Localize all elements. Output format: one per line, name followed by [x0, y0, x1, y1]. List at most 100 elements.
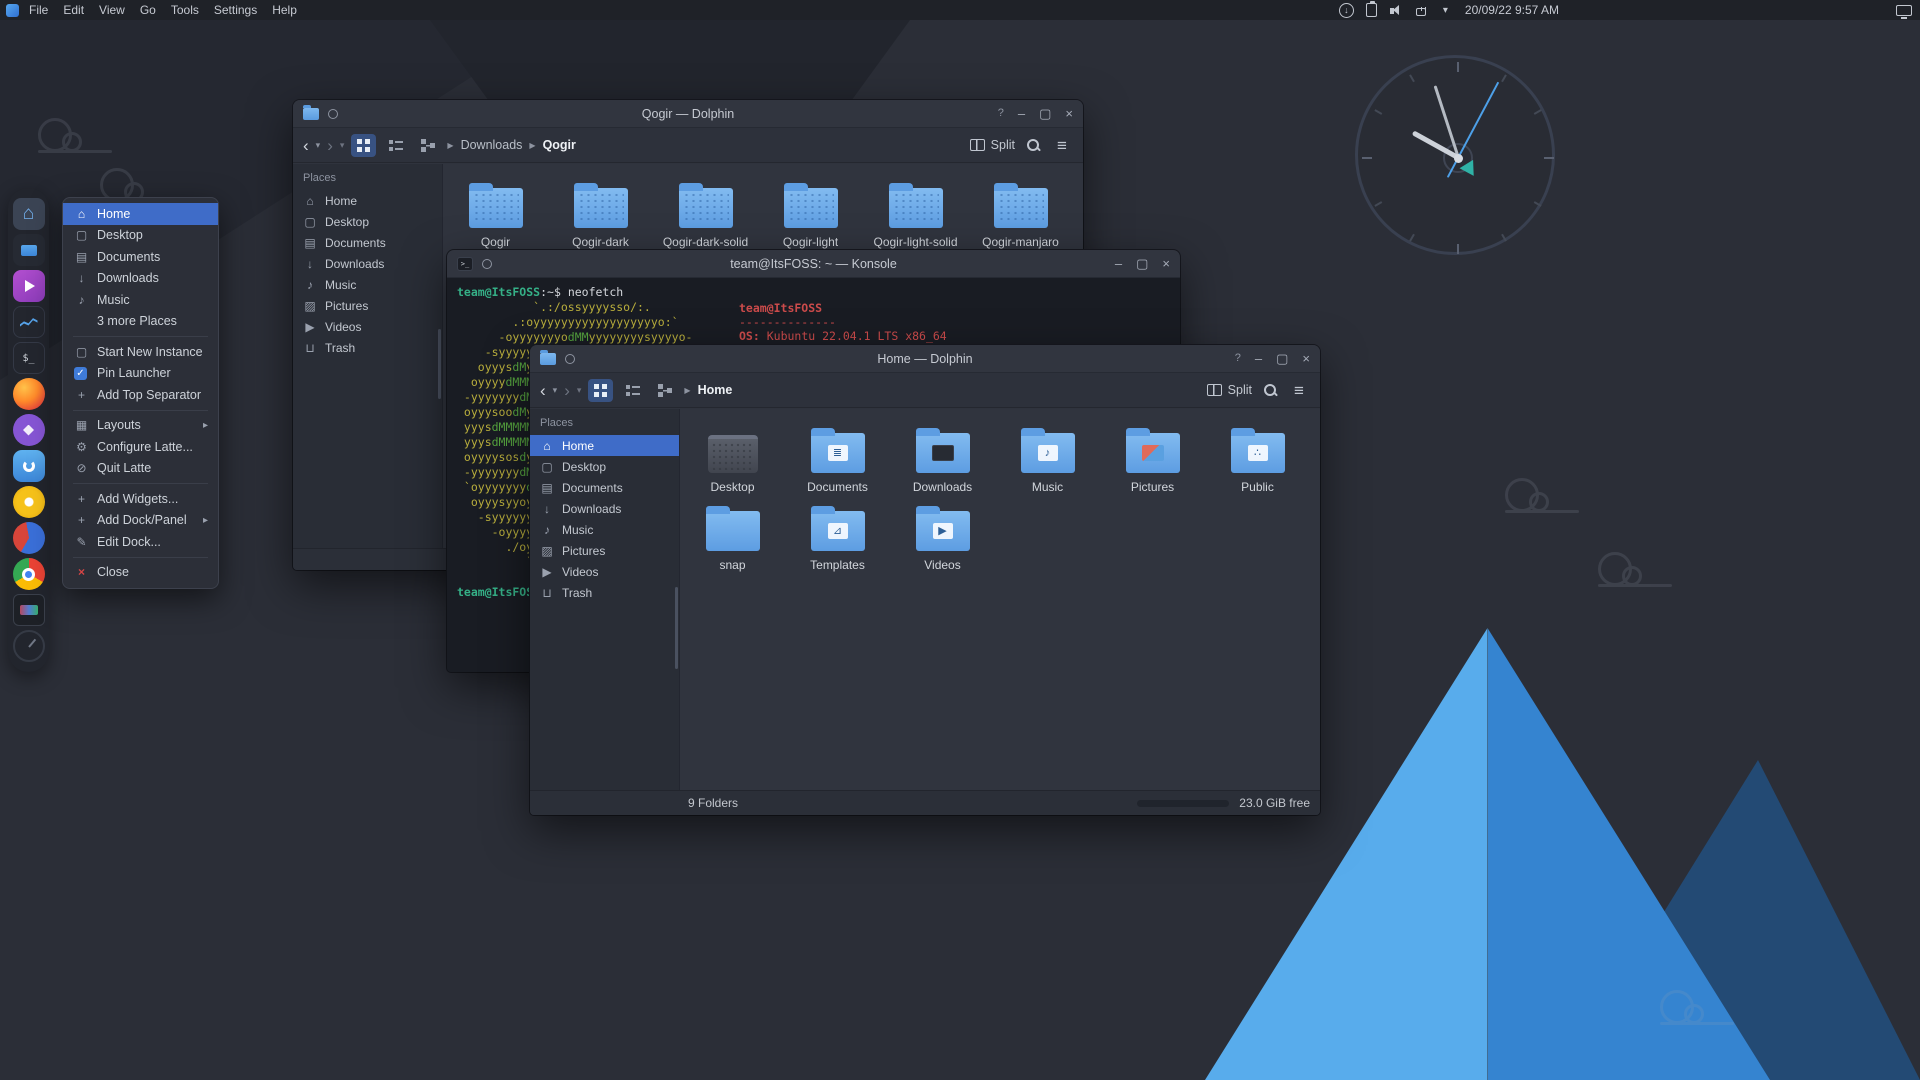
display-icon[interactable] — [1896, 4, 1912, 19]
places-item-music[interactable]: ♪ Music — [530, 519, 679, 540]
details-view-button[interactable] — [652, 379, 677, 402]
context-item-more-places[interactable]: 3 more Places — [63, 311, 218, 333]
minimize-button[interactable]: – — [1018, 107, 1025, 120]
places-item-videos[interactable]: ▶ Videos — [293, 316, 442, 337]
menubar-clock[interactable]: 20/09/22 9:57 AM — [1465, 3, 1559, 17]
context-item-home[interactable]: ⌂ Home — [63, 203, 218, 225]
back-history-caret[interactable]: ▾ — [316, 140, 321, 151]
dock-item-media-player[interactable] — [12, 270, 45, 302]
forward-history-caret[interactable]: ▾ — [340, 140, 345, 151]
minimize-button[interactable]: – — [1115, 257, 1122, 270]
context-item-layouts[interactable]: ▦ Layouts ▸ — [63, 415, 218, 437]
places-item-desktop[interactable]: ▢ Desktop — [293, 211, 442, 232]
details-view-button[interactable] — [415, 134, 440, 157]
tray-expand-icon[interactable]: ▾ — [1438, 3, 1453, 18]
back-button[interactable]: ‹ — [303, 137, 309, 154]
split-button[interactable]: Split — [1206, 383, 1252, 397]
folder-snap[interactable]: snap — [680, 501, 785, 579]
menu-help[interactable]: Help — [272, 3, 297, 17]
places-scrollbar[interactable] — [438, 329, 441, 399]
context-item-add-dock-panel[interactable]: + Add Dock/Panel ▸ — [63, 510, 218, 532]
pin-window-icon[interactable] — [565, 353, 575, 364]
context-item-add-top-separator[interactable]: + Add Top Separator — [63, 384, 218, 406]
folder-public[interactable]: ∴ Public — [1205, 423, 1310, 501]
maximize-button[interactable]: ▢ — [1276, 352, 1288, 365]
dock-item-terminal[interactable]: $_ — [12, 342, 45, 374]
menu-go[interactable]: Go — [140, 3, 156, 17]
close-button[interactable]: × — [1162, 257, 1170, 270]
dock-item-plasma-app[interactable] — [12, 414, 45, 446]
dock-item-firefox[interactable] — [12, 378, 45, 410]
folder-downloads[interactable]: Downloads — [890, 423, 995, 501]
dock-item-chrome[interactable] — [12, 558, 45, 590]
folder-qogir[interactable]: Qogir — [443, 178, 548, 256]
folder-music[interactable]: ♪ Music — [995, 423, 1100, 501]
compact-view-button[interactable] — [383, 134, 408, 157]
titlebar[interactable]: >_ team@ItsFOSS: ~ — Konsole – ▢ × — [447, 250, 1180, 278]
back-button[interactable]: ‹ — [540, 382, 546, 399]
context-item-quit-latte[interactable]: ⊘ Quit Latte — [63, 458, 218, 480]
dock-item-kvantum[interactable] — [12, 450, 45, 482]
context-item-documents[interactable]: ▤ Documents — [63, 246, 218, 268]
places-item-desktop[interactable]: ▢ Desktop — [530, 456, 679, 477]
close-button[interactable]: × — [1065, 107, 1073, 120]
context-item-music[interactable]: ♪ Music — [63, 289, 218, 311]
forward-history-caret[interactable]: ▾ — [577, 385, 582, 396]
context-item-pin-launcher[interactable]: ✓ Pin Launcher — [63, 363, 218, 385]
folder-templates[interactable]: ⊿ Templates — [785, 501, 890, 579]
context-item-downloads[interactable]: ↓ Downloads — [63, 268, 218, 290]
folder-desktop[interactable]: Desktop — [680, 423, 785, 501]
icons-view-button[interactable] — [351, 133, 377, 157]
menu-tools[interactable]: Tools — [171, 3, 199, 17]
context-item-new-instance[interactable]: ▢ Start New Instance — [63, 341, 218, 363]
context-item-close[interactable]: × Close — [63, 562, 218, 584]
context-item-configure-latte[interactable]: ⚙ Configure Latte... — [63, 436, 218, 458]
context-item-edit-dock[interactable]: ✎ Edit Dock... — [63, 531, 218, 553]
breadcrumb-home[interactable]: Home — [698, 383, 733, 397]
places-item-downloads[interactable]: ↓ Downloads — [293, 253, 442, 274]
menu-settings[interactable]: Settings — [214, 3, 257, 17]
folder-qogir-dark[interactable]: Qogir-dark — [548, 178, 653, 256]
folder-qogir-manjaro[interactable]: Qogir-manjaro — [968, 178, 1073, 256]
dock-item-screen-recorder[interactable] — [12, 594, 45, 626]
maximize-button[interactable]: ▢ — [1136, 257, 1148, 270]
network-icon[interactable] — [1415, 7, 1426, 16]
places-item-home[interactable]: ⌂ Home — [530, 435, 679, 456]
places-item-documents[interactable]: ▤ Documents — [530, 477, 679, 498]
volume-icon[interactable] — [1389, 3, 1404, 18]
places-item-trash[interactable]: ⊔ Trash — [530, 582, 679, 603]
dock-item-system-monitor[interactable] — [12, 306, 45, 338]
icons-view-button[interactable] — [588, 378, 614, 402]
hamburger-menu-icon[interactable]: ≡ — [1051, 137, 1073, 154]
folder-qogir-light[interactable]: Qogir-light — [758, 178, 863, 256]
back-history-caret[interactable]: ▾ — [553, 385, 558, 396]
places-scrollbar[interactable] — [675, 587, 678, 669]
folder-documents[interactable]: ≣ Documents — [785, 423, 890, 501]
hamburger-menu-icon[interactable]: ≡ — [1288, 382, 1310, 399]
titlebar[interactable]: Home — Dolphin ? – ▢ × — [530, 345, 1320, 373]
folder-pictures[interactable]: Pictures — [1100, 423, 1205, 501]
places-item-pictures[interactable]: ▨ Pictures — [293, 295, 442, 316]
dock-item-file-manager[interactable] — [12, 234, 45, 266]
dock-item-home[interactable]: ⌂ — [12, 198, 45, 230]
updates-icon[interactable]: ↓ — [1338, 2, 1354, 18]
folder-qogir-light-solid[interactable]: Qogir-light-solid — [863, 178, 968, 256]
maximize-button[interactable]: ▢ — [1039, 107, 1051, 120]
places-item-pictures[interactable]: ▨ Pictures — [530, 540, 679, 561]
help-button[interactable]: ? — [1235, 353, 1241, 364]
titlebar[interactable]: Qogir — Dolphin ? – ▢ × — [293, 100, 1083, 128]
minimize-button[interactable]: – — [1255, 352, 1262, 365]
pin-window-icon[interactable] — [482, 258, 492, 269]
compact-view-button[interactable] — [620, 379, 645, 402]
forward-button[interactable]: › — [564, 382, 570, 399]
dock-item-system-gauge[interactable] — [12, 630, 45, 662]
help-button[interactable]: ? — [998, 108, 1004, 119]
context-item-desktop[interactable]: ▢ Desktop — [63, 225, 218, 247]
breadcrumb-downloads[interactable]: Downloads — [461, 138, 523, 152]
dock-item-color-app[interactable] — [12, 486, 45, 518]
clipboard-icon[interactable] — [1365, 1, 1377, 17]
app-icon[interactable] — [6, 3, 19, 17]
close-button[interactable]: × — [1302, 352, 1310, 365]
search-icon[interactable] — [1022, 138, 1044, 153]
folder-qogir-dark-solid[interactable]: Qogir-dark-solid — [653, 178, 758, 256]
